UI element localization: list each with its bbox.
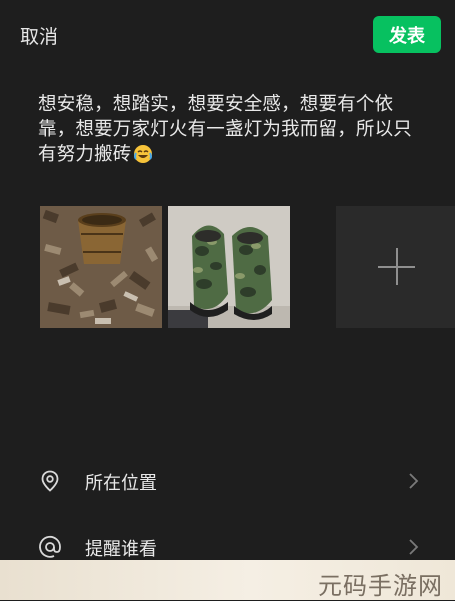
photo-wooden-bucket-on-scraps [40, 206, 162, 328]
remind-who-label: 提醒谁看 [85, 539, 157, 560]
photo-camouflage-boots [168, 206, 290, 328]
photo-grid [40, 206, 455, 328]
watermark-banner: 元码手游网 [0, 560, 455, 600]
post-text[interactable]: 想安稳，想踏实，想要安全感，想要有个依靠，想要万家灯火有一盏灯为我而留，所以只有… [38, 92, 428, 167]
at-sign-icon [39, 535, 61, 558]
watermark-text: 元码手游网 [318, 572, 443, 600]
photo-thumbnail[interactable] [168, 206, 290, 328]
chevron-right-icon [409, 473, 419, 489]
post-text-content: 想安稳，想踏实，想要安全感，想要有个依靠，想要万家灯火有一盏灯为我而留，所以只有… [38, 94, 413, 165]
publish-button[interactable]: 发表 [373, 16, 441, 53]
photo-thumbnail[interactable] [40, 206, 162, 328]
chevron-right-icon [409, 539, 419, 555]
crying-laughing-emoji [133, 145, 152, 163]
top-bar: 取消 发表 [0, 0, 455, 72]
location-pin-icon [41, 470, 59, 492]
cancel-button[interactable]: 取消 [20, 22, 58, 49]
location-row[interactable]: 所在位置 [0, 453, 455, 509]
location-label: 所在位置 [85, 473, 157, 494]
add-photo-button[interactable] [336, 206, 455, 328]
